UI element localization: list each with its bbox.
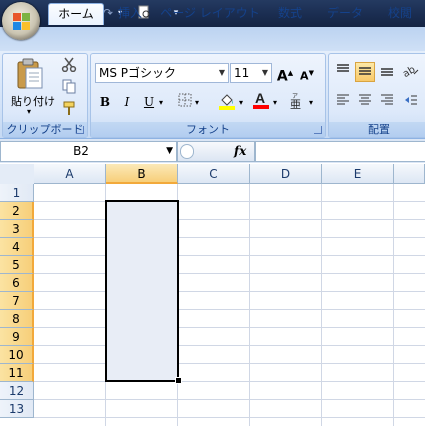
font-name-value: MS Pゴシック [99,66,177,80]
font-size-combo[interactable]: 11 ▼ [230,63,272,83]
shrink-font-button[interactable]: A▼ [297,63,317,83]
tab-formulas[interactable]: 数式 [268,3,312,24]
insert-function-button[interactable]: fx [234,142,246,161]
row-header-9[interactable]: 9 [0,328,34,346]
fill-color-icon[interactable] [217,92,237,112]
column-header-e[interactable]: E [322,164,394,184]
copy-icon[interactable] [59,78,79,98]
align-bottom-icon[interactable] [377,62,397,82]
grow-font-button[interactable]: A▲ [275,63,295,85]
decrease-indent-icon[interactable] [401,92,421,112]
cell-grid[interactable] [34,184,425,426]
row-header-13[interactable]: 13 [0,400,34,418]
row-header-2[interactable]: 2 [0,202,34,220]
name-box[interactable]: B2 ▼ [0,141,177,162]
alignment-group-label-text: 配置 [368,123,390,136]
row-header-12[interactable]: 12 [0,382,34,400]
font-name-dropdown-icon[interactable]: ▼ [219,64,225,82]
ribbon-tab-bar [0,27,425,51]
row-header-1[interactable]: 1 [0,184,34,202]
row-header-6[interactable]: 6 [0,274,34,292]
tab-review[interactable]: 校閲 [380,3,420,24]
svg-text:ab: ab [402,64,417,78]
office-logo-icon [13,13,30,30]
svg-text:亜: 亜 [290,98,301,110]
font-group-label-text: フォント [186,123,230,136]
office-button[interactable] [2,2,40,40]
align-right-icon[interactable] [377,92,397,112]
row-header-4[interactable]: 4 [0,238,34,256]
font-group: MS Pゴシック ▼ 11 ▼ A▲ A▼ B I U ▾ ▾ ▾ A ▾ ア亜… [90,53,326,138]
align-top-icon[interactable] [333,62,353,82]
phonetic-dropdown-icon[interactable]: ▾ [309,98,313,107]
borders-icon[interactable] [175,92,195,112]
orientation-icon[interactable]: ab [401,62,421,82]
column-header-partial[interactable] [394,164,425,184]
italic-button[interactable]: I [117,92,137,112]
clipboard-dialog-launcher-icon[interactable] [76,126,84,134]
formula-input[interactable] [255,141,425,162]
column-header-a[interactable]: A [34,164,106,184]
clipboard-group-label-text: クリップボード [6,123,84,136]
underline-dropdown-icon[interactable]: ▾ [159,98,163,107]
font-color-icon[interactable]: A [251,90,271,110]
paste-label: 貼り付け [11,95,55,108]
phonetic-guide-icon[interactable]: ア亜 [287,92,307,112]
row-header-7[interactable]: 7 [0,292,34,310]
borders-dropdown-icon[interactable]: ▾ [195,98,199,107]
font-size-dropdown-icon[interactable]: ▼ [262,64,268,82]
expand-name-box-handle[interactable] [180,144,194,159]
alignment-group: ab 配置 [328,53,425,138]
tab-data[interactable]: データ [320,3,370,24]
clipboard-group-label: クリップボード [3,122,87,137]
cut-icon[interactable] [59,56,79,76]
bold-button[interactable]: B [95,92,115,112]
align-left-icon[interactable] [333,92,353,112]
format-painter-icon[interactable] [59,100,79,120]
column-header-d[interactable]: D [250,164,322,184]
row-header-10[interactable]: 10 [0,346,34,364]
font-dialog-launcher-icon[interactable] [314,126,322,134]
font-group-label: フォント [91,122,325,137]
fill-handle[interactable] [175,377,182,384]
row-header-5[interactable]: 5 [0,256,34,274]
column-header-b[interactable]: B [106,164,178,184]
column-header-c[interactable]: C [178,164,250,184]
grow-font-label: A [276,68,288,85]
paste-icon [17,58,43,89]
tab-page-layout[interactable]: ページ レイアウト [160,3,260,24]
font-color-dropdown-icon[interactable]: ▾ [273,98,277,107]
shrink-font-label: A [300,69,309,83]
paste-button[interactable]: 貼り付け ▾ [9,56,55,118]
clipboard-group: 貼り付け ▾ クリップボード [2,53,88,138]
alignment-group-label: 配置 [329,122,425,137]
tab-home[interactable]: ホーム [48,3,104,25]
row-header-3[interactable]: 3 [0,220,34,238]
select-all-button[interactable] [0,164,35,185]
row-header-8[interactable]: 8 [0,310,34,328]
fill-color-dropdown-icon[interactable]: ▾ [239,98,243,107]
align-middle-icon[interactable] [355,62,375,82]
row-header-11[interactable]: 11 [0,364,34,382]
name-box-value: B2 [73,144,89,158]
svg-text:A: A [255,90,265,106]
tab-insert[interactable]: 挿入 [110,3,150,24]
font-name-combo[interactable]: MS Pゴシック ▼ [95,63,229,83]
align-center-icon[interactable] [355,92,375,112]
font-size-value: 11 [234,66,250,80]
name-box-dropdown-icon[interactable]: ▼ [166,142,173,161]
paste-dropdown-icon[interactable]: ▾ [27,107,31,116]
formula-tools: fx [177,141,255,162]
cell-selection-b2-b11[interactable] [105,200,179,382]
underline-button[interactable]: U [139,92,159,112]
